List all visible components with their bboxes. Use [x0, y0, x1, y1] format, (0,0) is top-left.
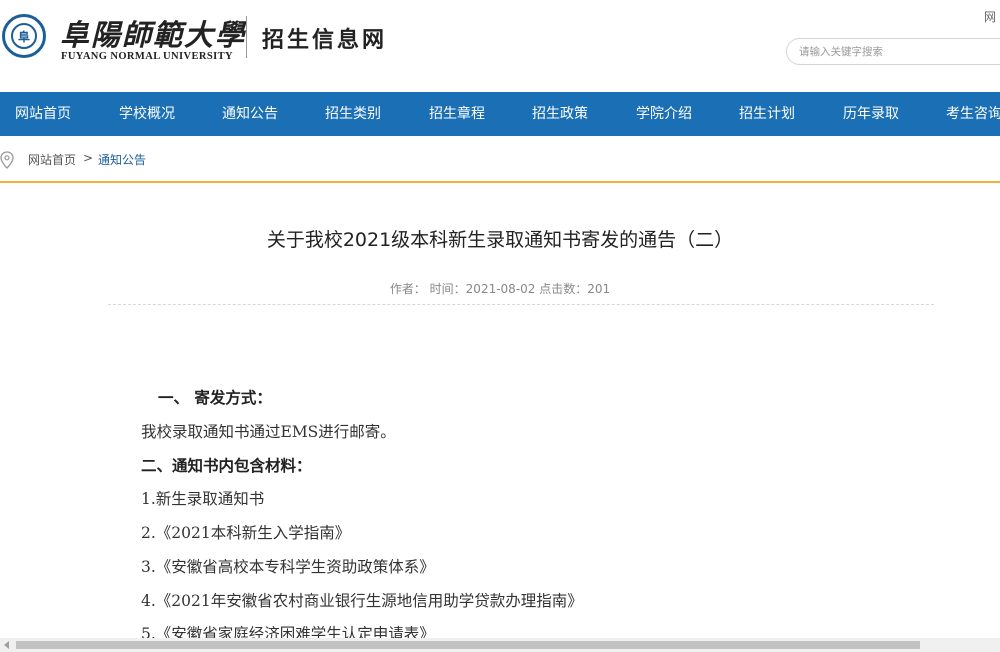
list-item: 3.《安徽省高校本专科学生资助政策体系》: [141, 558, 435, 576]
nav-item-admission-plan[interactable]: 招生计划: [739, 92, 795, 136]
article-title: 关于我校2021级本科新生录取通知书寄发的通告（二）: [266, 229, 734, 251]
university-name-en: FUYANG NORMAL UNIVERSITY: [61, 51, 233, 62]
nav-item-admission-rules[interactable]: 招生章程: [429, 92, 485, 136]
breadcrumb-current-link[interactable]: 通知公告: [98, 151, 146, 168]
university-emblem-logo[interactable]: 阜: [2, 14, 46, 58]
section-heading-delivery: 一、 寄发方式：: [158, 389, 272, 407]
nav-item-colleges[interactable]: 学院介绍: [636, 92, 692, 136]
nav-item-admission-types[interactable]: 招生类别: [325, 92, 381, 136]
list-item: 1.新生录取通知书: [141, 490, 265, 508]
horizontal-scrollbar[interactable]: [0, 638, 1000, 652]
nav-item-consultation[interactable]: 考生咨询: [946, 92, 1000, 136]
meta-divider: [108, 304, 934, 305]
list-item: 2.《2021本科新生入学指南》: [141, 524, 351, 542]
breadcrumb-separator: >: [83, 151, 94, 165]
main-nav: 网站首页 学校概况 通知公告 招生类别 招生章程 招生政策 学院介绍 招生计划 …: [0, 92, 1000, 136]
nav-item-home[interactable]: 网站首页: [15, 92, 71, 136]
scroll-left-arrow-icon[interactable]: [0, 638, 14, 652]
section-heading-materials: 二、通知书内包含材料：: [141, 457, 312, 475]
site-title: 招生信息网: [262, 27, 388, 53]
scrollbar-thumb[interactable]: [16, 641, 920, 649]
breadcrumb-home-link[interactable]: 网站首页: [28, 151, 76, 168]
site-header: 阜 阜陽師範大學 FUYANG NORMAL UNIVERSITY 招生信息网 …: [0, 0, 1000, 92]
paragraph-delivery: 我校录取通知书通过EMS进行邮寄。: [141, 423, 396, 441]
emblem-center: 阜: [11, 23, 37, 49]
nav-item-notices[interactable]: 通知公告: [222, 92, 278, 136]
search-input[interactable]: [799, 43, 999, 61]
location-pin-icon: [0, 151, 14, 169]
nav-item-admission-policy[interactable]: 招生政策: [532, 92, 588, 136]
article-meta: 作者： 时间：2021-08-02 点击数：201: [389, 282, 611, 296]
top-corner-link[interactable]: 网: [984, 8, 996, 25]
header-divider: [246, 16, 247, 58]
search-box: [786, 38, 1000, 65]
university-name-logo[interactable]: 阜陽師範大學: [60, 12, 246, 54]
nav-item-past-admissions[interactable]: 历年录取: [843, 92, 899, 136]
breadcrumb: 网站首页 > 通知公告: [0, 136, 1000, 183]
nav-item-school-overview[interactable]: 学校概况: [119, 92, 175, 136]
list-item: 4.《2021年安徽省农村商业银行生源地信用助学贷款办理指南》: [141, 592, 583, 610]
